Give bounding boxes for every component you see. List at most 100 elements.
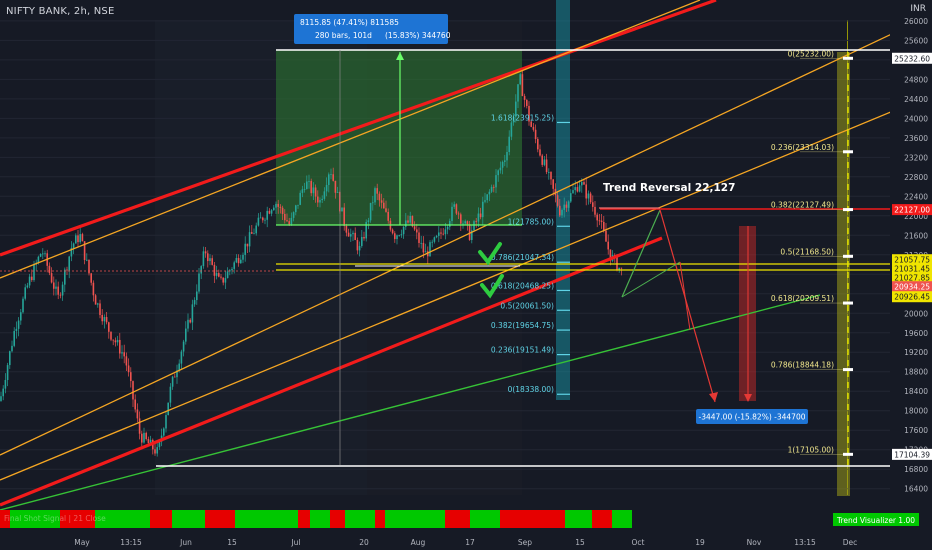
candle-body bbox=[28, 276, 31, 286]
candle-body bbox=[132, 381, 134, 400]
candle-body bbox=[416, 229, 418, 233]
candle-body bbox=[11, 345, 13, 352]
fib-right-tick bbox=[843, 208, 853, 212]
candle-body bbox=[596, 214, 598, 221]
candle-body bbox=[504, 160, 506, 162]
candle-body bbox=[442, 233, 444, 235]
candle-body bbox=[350, 234, 352, 237]
indicator-red-segment bbox=[592, 510, 612, 528]
candle-body bbox=[385, 208, 387, 212]
candle-body bbox=[266, 210, 268, 220]
candle-body bbox=[341, 207, 343, 212]
candle-body bbox=[372, 202, 374, 204]
candle-body bbox=[334, 180, 337, 193]
candle-body bbox=[9, 351, 11, 366]
candle-body bbox=[537, 139, 539, 150]
candle-body bbox=[207, 253, 209, 262]
candle-body bbox=[541, 155, 543, 165]
candle-body bbox=[127, 365, 130, 373]
time-tick-label: 13:15 bbox=[120, 538, 142, 547]
fib-right-label: 0(25232.00) bbox=[788, 49, 834, 58]
candle-body bbox=[224, 278, 227, 283]
candle-body bbox=[497, 170, 499, 176]
candle-body bbox=[565, 204, 568, 208]
candle-body bbox=[108, 322, 110, 332]
candle-body bbox=[402, 226, 405, 235]
candle-body bbox=[187, 319, 189, 329]
indicator-red-segment bbox=[150, 510, 172, 528]
candle-body bbox=[539, 149, 541, 156]
candle-body bbox=[121, 352, 123, 354]
candle-body bbox=[376, 188, 378, 194]
candle-body bbox=[460, 214, 462, 224]
candle-body bbox=[185, 328, 187, 342]
fib-mid-label: 0.618(20468.25) bbox=[491, 281, 554, 290]
level-price-label: 25232.60 bbox=[894, 54, 930, 63]
candle-body bbox=[246, 243, 249, 247]
candle-body bbox=[361, 236, 363, 246]
candle-body bbox=[284, 213, 286, 221]
fib-right-tick bbox=[843, 56, 853, 60]
symbol-title[interactable]: NIFTY BANK, 2h, NSE bbox=[6, 6, 115, 17]
candle-body bbox=[620, 267, 623, 269]
price-tick-label: 24800 bbox=[904, 75, 928, 84]
time-tick-label: Dec bbox=[843, 538, 858, 547]
candle-body bbox=[75, 235, 77, 244]
candle-body bbox=[545, 159, 548, 173]
price-axis: 1640016800172001760018000184001880019200… bbox=[890, 0, 932, 550]
candle-body bbox=[422, 242, 425, 253]
indicator-overlay-label: Final Shot Signal | 21 Close bbox=[4, 514, 106, 523]
candle-body bbox=[332, 174, 334, 181]
candle-body bbox=[521, 74, 524, 97]
candle-body bbox=[548, 171, 550, 173]
candle-body bbox=[31, 276, 33, 281]
candle-body bbox=[352, 232, 354, 235]
candle-body bbox=[464, 221, 466, 224]
candle-body bbox=[286, 220, 288, 222]
candle-body bbox=[81, 234, 84, 242]
candle-body bbox=[495, 175, 497, 188]
candle-body bbox=[79, 234, 81, 243]
candle-body bbox=[534, 129, 537, 140]
time-tick-label: Jul bbox=[290, 538, 300, 547]
candle-body bbox=[506, 152, 508, 161]
price-chart[interactable]: 0(25232.00) 0.236(23314.03) 0.382(22127.49… bbox=[0, 0, 932, 550]
candle-body bbox=[231, 268, 233, 271]
fib-right-label: 0.382(22127.49) bbox=[771, 201, 834, 210]
candle-body bbox=[479, 213, 482, 218]
candle-body bbox=[330, 174, 332, 176]
fib-right-tick bbox=[843, 452, 853, 456]
candle-body bbox=[253, 233, 255, 235]
price-tick-label: 19200 bbox=[904, 348, 928, 357]
candle-body bbox=[589, 193, 592, 203]
candle-body bbox=[394, 233, 396, 240]
candle-body bbox=[165, 415, 167, 429]
candle-body bbox=[103, 316, 106, 322]
candle-body bbox=[233, 262, 235, 269]
candle-body bbox=[255, 225, 257, 234]
candle-body bbox=[321, 198, 323, 201]
candle-body bbox=[262, 217, 264, 221]
measure-label-line3: (15.83%) 344760 bbox=[385, 31, 451, 40]
candle-body bbox=[191, 304, 194, 323]
candle-body bbox=[24, 287, 26, 299]
candle-body bbox=[312, 187, 315, 194]
candle-body bbox=[486, 194, 488, 201]
candle-body bbox=[270, 210, 273, 214]
candle-body bbox=[42, 253, 44, 255]
candle-body bbox=[2, 388, 4, 397]
candle-body bbox=[53, 282, 55, 289]
candle-body bbox=[163, 428, 165, 436]
candle-body bbox=[156, 447, 158, 454]
fib-right-tick bbox=[843, 150, 853, 154]
candle-body bbox=[444, 229, 447, 235]
time-tick-label: Aug bbox=[411, 538, 426, 547]
candle-body bbox=[145, 432, 147, 440]
candle-body bbox=[218, 273, 220, 277]
fib-mid-label: 1(21785.00) bbox=[508, 217, 554, 226]
candle-body bbox=[66, 269, 68, 271]
candle-body bbox=[605, 230, 607, 242]
candle-body bbox=[20, 312, 22, 321]
candle-body bbox=[473, 221, 475, 231]
candle-body bbox=[343, 207, 345, 226]
